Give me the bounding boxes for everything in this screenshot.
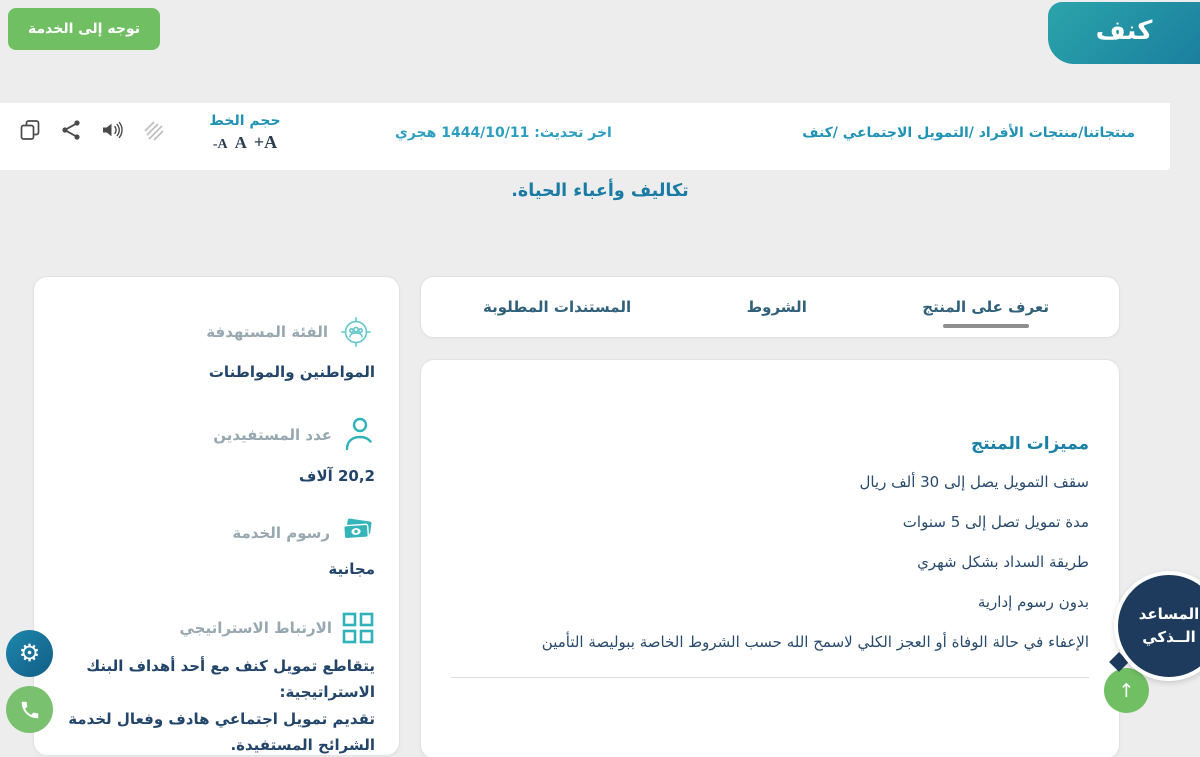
sidebar-item-strategic-link: الارتباط الاستراتيجي يتقاطع تمويل كنف مع…	[54, 611, 375, 757]
sidebar-value: يتقاطع تمويل كنف مع أحد أهداف البنك الاس…	[54, 653, 375, 757]
grid-icon	[341, 611, 375, 645]
tab-label: تعرف على المنتج	[922, 298, 1049, 316]
tab-label: المستندات المطلوبة	[483, 298, 631, 316]
sidebar-label: عدد المستفيدين	[213, 426, 332, 444]
content-column: تعرف على المنتج الشروط المستندات المطلوب…	[420, 276, 1120, 757]
person-icon	[341, 415, 375, 455]
last-update-text: اخر تحديث: 1444/10/11 هجري	[395, 125, 612, 141]
phone-icon	[19, 699, 41, 721]
feature-item: الإعفاء في حالة الوفاة أو العجز الكلي لا…	[451, 633, 1089, 651]
listen-icon[interactable]	[141, 118, 165, 142]
font-reset-button[interactable]: A	[235, 133, 247, 153]
top-strip: توجه إلى الخدمة كنف	[0, 0, 1200, 100]
font-size-label: حجم الخط	[200, 113, 290, 129]
main-area: تعرف على المنتج الشروط المستندات المطلوب…	[33, 276, 1120, 757]
feature-item: سقف التمويل يصل إلى 30 ألف ريال	[451, 473, 1089, 491]
phone-button[interactable]	[6, 686, 53, 733]
product-info-sidebar: الفئة المستهدفة المواطنين والمواطنات عدد…	[33, 276, 400, 756]
sidebar-value: 20,2 آلاف	[54, 463, 375, 489]
font-size-buttons: -A A +A	[200, 132, 290, 153]
feature-item: مدة تمويل تصل إلى 5 سنوات	[451, 513, 1089, 531]
tab-about-product[interactable]: تعرف على المنتج	[922, 277, 1049, 337]
sidebar-item-service-fees: رسوم الخدمة مجانية	[54, 518, 375, 582]
font-increase-button[interactable]: +A	[254, 132, 277, 153]
font-decrease-button[interactable]: -A	[213, 137, 228, 153]
active-tab-underline	[943, 324, 1029, 328]
sidebar-item-beneficiaries: عدد المستفيدين 20,2 آلاف	[54, 415, 375, 489]
font-size-control: حجم الخط -A A +A	[200, 113, 290, 153]
feature-item: بدون رسوم إدارية	[451, 593, 1089, 611]
tab-content-panel: مميزات المنتج سقف التمويل يصل إلى 30 ألف…	[420, 359, 1120, 757]
sidebar-label: الفئة المستهدفة	[206, 323, 328, 341]
copy-icon[interactable]	[18, 118, 42, 142]
sidebar-label: الارتباط الاستراتيجي	[179, 619, 332, 637]
divider	[451, 677, 1089, 678]
sidebar-value: المواطنين والمواطنات	[54, 359, 375, 385]
toolbar-band: منتجاتنا/منتجات الأفراد /التمويل الاجتما…	[0, 103, 1170, 170]
product-badge: كنف	[1048, 2, 1200, 64]
share-icon[interactable]	[59, 118, 83, 142]
banknotes-icon	[339, 518, 375, 548]
tab-conditions[interactable]: الشروط	[747, 277, 807, 337]
smart-assistant-button[interactable]: المساعد الــذكي	[1114, 571, 1200, 681]
settings-button[interactable]: ⚙	[6, 630, 53, 677]
sidebar-value: مجانية	[54, 556, 375, 582]
features-heading: مميزات المنتج	[451, 434, 1089, 454]
speaker-icon[interactable]	[100, 118, 124, 142]
tab-label: الشروط	[747, 298, 807, 316]
toolbar-icons	[18, 118, 165, 142]
arrow-up-icon: ↑	[1119, 680, 1135, 702]
feature-item: طريقة السداد بشكل شهري	[451, 553, 1089, 571]
scroll-to-top-button[interactable]: ↑	[1104, 668, 1149, 713]
sidebar-label: رسوم الخدمة	[232, 524, 330, 542]
gear-icon: ⚙	[19, 642, 41, 666]
go-to-service-button[interactable]: توجه إلى الخدمة	[8, 8, 160, 50]
tab-required-documents[interactable]: المستندات المطلوبة	[483, 277, 631, 337]
breadcrumb[interactable]: منتجاتنا/منتجات الأفراد /التمويل الاجتما…	[802, 125, 1135, 141]
tabs-bar: تعرف على المنتج الشروط المستندات المطلوب…	[420, 276, 1120, 338]
target-group-icon	[337, 313, 375, 351]
sidebar-item-target-category: الفئة المستهدفة المواطنين والمواطنات	[54, 313, 375, 385]
